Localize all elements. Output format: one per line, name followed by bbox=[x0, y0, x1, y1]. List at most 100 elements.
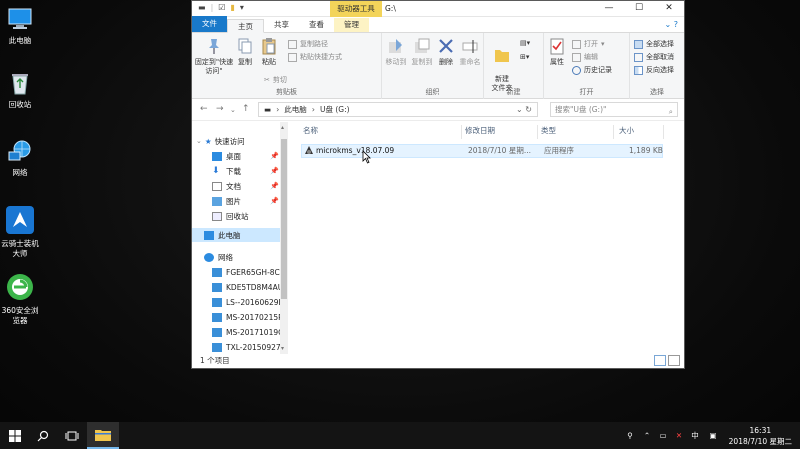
breadcrumb-drive[interactable]: U盘 (G:) bbox=[320, 104, 350, 115]
nav-computer[interactable]: LS--20160629K bbox=[212, 295, 283, 309]
chevron-up-icon[interactable]: ⌃ bbox=[640, 422, 654, 449]
star-icon: ★ bbox=[204, 136, 212, 146]
search-button[interactable] bbox=[28, 422, 58, 449]
paste-shortcut-icon bbox=[288, 52, 297, 62]
move-to-button[interactable]: 移动到 bbox=[384, 37, 408, 67]
new-folder-quick-icon[interactable]: ▮ bbox=[230, 3, 234, 12]
pin-icon[interactable]: 📌 bbox=[270, 152, 279, 160]
monitor-icon bbox=[7, 6, 33, 32]
nav-quick-access[interactable]: ⌄ ★ 快速访问 bbox=[196, 134, 245, 148]
desktop-icon-yunqishi[interactable]: 云骑士装机大师 bbox=[0, 205, 40, 259]
ime-indicator[interactable]: 中 bbox=[688, 422, 702, 449]
easy-access-icon: ⊞▾ bbox=[520, 53, 530, 61]
easy-access-button[interactable]: ⊞▾ bbox=[520, 53, 529, 61]
address-field[interactable]: ▬ › 此电脑 › U盘 (G:) ⌄ ↻ bbox=[258, 102, 538, 117]
recent-chevron-icon[interactable]: ⌄ bbox=[230, 106, 236, 114]
group-label: 打开 bbox=[579, 88, 594, 96]
desktop-icon-label: 回收站 bbox=[8, 100, 32, 109]
nav-computer[interactable]: MS-20170215P bbox=[212, 310, 283, 324]
group-select: 全部选择 全部取消 反向选择 选择 bbox=[630, 33, 684, 99]
maximize-button[interactable]: ☐ bbox=[624, 1, 654, 17]
column-header-size[interactable]: 大小 bbox=[619, 122, 634, 140]
network-icon bbox=[7, 138, 33, 164]
tab-view[interactable]: 查看 bbox=[299, 18, 334, 32]
desktop-icon-360-browser[interactable]: 360安全浏览器 bbox=[0, 272, 40, 326]
ime-mode-icon[interactable]: ▣ bbox=[706, 422, 720, 449]
column-header-type[interactable]: 类型 bbox=[541, 122, 556, 140]
rename-button[interactable]: 重命名 bbox=[458, 37, 482, 67]
network-tray-icon[interactable]: ▭ bbox=[656, 422, 670, 449]
nav-computer[interactable]: TXL-20150927 bbox=[212, 340, 281, 354]
people-icon[interactable]: ⚲ bbox=[622, 422, 638, 449]
properties-button[interactable]: 属性 bbox=[546, 37, 568, 67]
nav-computer[interactable]: MS-20171019C bbox=[212, 325, 283, 339]
monitor-small-icon bbox=[204, 230, 214, 240]
paste-button[interactable]: 粘贴 bbox=[258, 37, 280, 67]
select-all-button[interactable]: 全部选择 bbox=[634, 39, 674, 49]
task-view-button[interactable] bbox=[57, 422, 87, 449]
large-icons-view-icon[interactable] bbox=[668, 355, 680, 366]
scrollbar-thumb[interactable] bbox=[281, 139, 287, 299]
forward-arrow-icon[interactable]: → bbox=[216, 104, 224, 114]
paste-shortcut-button[interactable]: 粘贴快捷方式 bbox=[288, 52, 342, 62]
qat-dropdown-icon[interactable]: ▾ bbox=[240, 3, 244, 12]
open-button[interactable]: 打开 ▾ bbox=[572, 39, 605, 49]
computer-icon bbox=[212, 267, 222, 277]
cut-button[interactable]: ✂ 剪切 bbox=[264, 75, 287, 85]
refresh-icon: ↻ bbox=[525, 105, 532, 114]
desktop-icon-recycle-bin[interactable]: 回收站 bbox=[0, 70, 40, 110]
table-row[interactable]: microkms_v18.07.09 2018/7/10 星期... 应用程序 … bbox=[301, 144, 663, 158]
file-list: 名称 修改日期 类型 大小 microkms_v18.07.09 2018/7/… bbox=[289, 122, 684, 354]
pin-icon[interactable]: 📌 bbox=[270, 167, 279, 175]
nav-item-desktop[interactable]: 桌面 bbox=[212, 149, 241, 163]
new-folder-icon bbox=[493, 46, 511, 64]
history-button[interactable]: 历史记录 bbox=[572, 65, 612, 75]
copy-button[interactable]: 复制 bbox=[234, 37, 256, 67]
tab-file[interactable]: 文件 bbox=[192, 16, 227, 32]
copy-path-button[interactable]: 复制路径 bbox=[288, 39, 328, 49]
column-header-name[interactable]: 名称 bbox=[303, 122, 318, 140]
nav-network[interactable]: 网络 bbox=[204, 250, 233, 264]
nav-item-downloads[interactable]: ⬇ 下载 bbox=[212, 164, 241, 178]
desktop-icon-network[interactable]: 网络 bbox=[0, 138, 40, 178]
ribbon: 固定到"快速访问" 复制 粘贴 复制路径 粘贴快捷方式 ✂剪切 剪贴板 移动到 bbox=[192, 33, 684, 99]
back-arrow-icon[interactable]: ← bbox=[200, 104, 208, 114]
desktop-icon-this-pc[interactable]: 此电脑 bbox=[0, 6, 40, 46]
search-input[interactable]: 搜索"U盘 (G:)" ⌕ bbox=[550, 102, 678, 117]
tab-share[interactable]: 共享 bbox=[264, 18, 299, 32]
copy-to-button[interactable]: 复制到 bbox=[410, 37, 434, 67]
tab-home[interactable]: 主页 bbox=[227, 19, 264, 33]
details-view-icon[interactable] bbox=[654, 355, 666, 366]
start-button[interactable] bbox=[0, 422, 30, 449]
desktop-icon-label: 网络 bbox=[12, 168, 28, 177]
column-header-modified[interactable]: 修改日期 bbox=[465, 122, 495, 140]
nav-item-pictures[interactable]: 图片 bbox=[212, 194, 241, 208]
taskbar-file-explorer[interactable] bbox=[87, 422, 119, 449]
volume-icon[interactable]: ✕ bbox=[672, 422, 686, 449]
drive-icon[interactable]: ▬ bbox=[198, 3, 206, 12]
nav-computer[interactable]: KDE5TD8M4AU bbox=[212, 280, 283, 294]
close-button[interactable]: ✕ bbox=[654, 1, 684, 17]
ribbon-help-controls[interactable]: ⌄ ? bbox=[665, 20, 679, 29]
pin-quick-access-button[interactable]: 固定到"快速访问" bbox=[194, 37, 234, 75]
properties-quick-icon[interactable]: ☑ bbox=[218, 3, 225, 12]
up-arrow-icon[interactable]: ↑ bbox=[242, 104, 250, 114]
nav-item-documents[interactable]: 文档 bbox=[212, 179, 241, 193]
new-item-button[interactable]: ▤▾ bbox=[520, 39, 530, 47]
delete-button[interactable]: 删除 bbox=[436, 37, 456, 67]
new-folder-button[interactable]: 新建 文件夹 bbox=[486, 37, 518, 92]
nav-item-recycle-bin[interactable]: 回收站 bbox=[212, 209, 249, 223]
pin-icon[interactable]: 📌 bbox=[270, 197, 279, 205]
nav-this-pc[interactable]: 此电脑 bbox=[192, 228, 281, 242]
breadcrumb-this-pc[interactable]: 此电脑 bbox=[284, 104, 307, 115]
invert-selection-button[interactable]: 反向选择 bbox=[634, 65, 674, 75]
taskbar-clock[interactable]: 16:31 2018/7/10 星期二 bbox=[729, 425, 792, 447]
select-none-button[interactable]: 全部取消 bbox=[634, 52, 674, 62]
nav-computer[interactable]: FGER65GH-8CA bbox=[212, 265, 285, 279]
pin-icon[interactable]: 📌 bbox=[270, 182, 279, 190]
tab-manage[interactable]: 管理 bbox=[334, 18, 369, 32]
nav-scrollbar[interactable]: ▴ ▾ bbox=[280, 122, 288, 354]
edit-button[interactable]: 编辑 bbox=[572, 52, 598, 62]
address-controls[interactable]: ⌄ ↻ bbox=[516, 105, 532, 114]
minimize-button[interactable]: — bbox=[594, 1, 624, 17]
